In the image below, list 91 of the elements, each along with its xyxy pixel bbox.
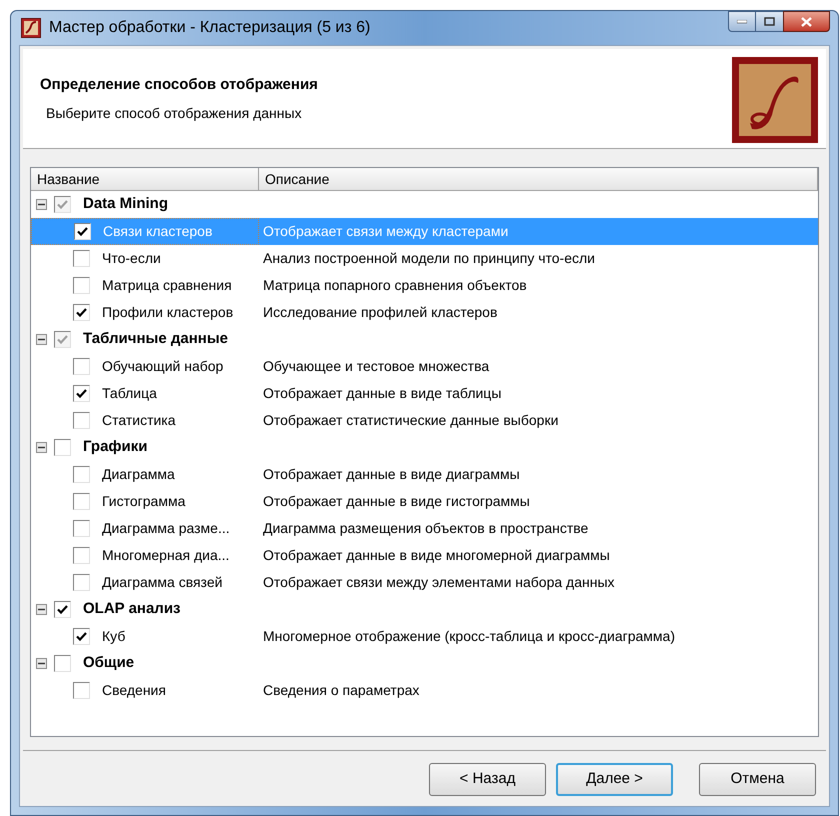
item-name: Куб (102, 627, 126, 646)
column-header[interactable]: Название (31, 168, 259, 190)
wizard-button[interactable]: Отмена (699, 763, 816, 796)
checkbox[interactable] (54, 331, 71, 348)
item-name: Многомерная диа... (102, 546, 230, 565)
logo-icon (732, 57, 818, 143)
tree-row[interactable]: Матрица сравнения Матрица попарного сравнения объектов (31, 272, 818, 299)
collapse-icon[interactable] (36, 199, 47, 210)
tree-row[interactable]: Обучающий набор Обучающее и тестовое множества (31, 353, 818, 380)
collapse-icon[interactable] (36, 604, 47, 615)
tree-row[interactable]: Диаграмма Отображает данные в виде диаграммы (31, 461, 818, 488)
item-name: Что-если (102, 249, 161, 268)
checkbox[interactable] (73, 277, 90, 294)
checkbox[interactable] (73, 385, 90, 402)
check-icon (76, 388, 87, 399)
group-label: Табличные данные (83, 329, 228, 350)
collapse-icon[interactable] (36, 334, 47, 345)
tree-row[interactable]: Профили кластеров Исследование профилей кластеров (31, 299, 818, 326)
item-name: Диаграмма разме... (102, 519, 230, 538)
wizard-button[interactable]: < Назад (429, 763, 546, 796)
item-name: Статистика (102, 411, 176, 430)
item-description: Матрица попарного сравнения объектов (262, 276, 527, 295)
item-name: Диаграмма связей (102, 573, 222, 592)
checkbox[interactable] (54, 439, 71, 456)
check-icon (77, 226, 88, 237)
item-name: Связи кластеров (103, 222, 212, 241)
group-label: OLAP анализ (83, 599, 181, 620)
item-name: Сведения (102, 681, 166, 700)
checkbox[interactable] (74, 223, 91, 240)
tree-row[interactable]: Гистограмма Отображает данные в виде гистограммы (31, 488, 818, 515)
close-button[interactable] (783, 11, 830, 32)
maximize-button[interactable] (756, 11, 783, 32)
item-name: Обучающий набор (102, 357, 224, 376)
item-description: Диаграмма размещения объектов в пространстве (262, 519, 588, 538)
item-name: Матрица сравнения (102, 276, 232, 295)
checkbox[interactable] (54, 601, 71, 618)
tree-row[interactable]: Куб Многомерное отображение (кросс-таблица и кросс-диаграмма) (31, 623, 818, 650)
checkbox[interactable] (73, 628, 90, 645)
item-name: Таблица (102, 384, 157, 403)
group-label: Общие (83, 653, 134, 674)
tree-row[interactable]: Многомерная диа... Отображает данные в виде многомерной диаграммы (31, 542, 818, 569)
window-title: Мастер обработки - Кластеризация (5 из 6) (49, 18, 370, 38)
item-description: Отображает данные в виде гистограммы (262, 492, 530, 511)
tree-row[interactable]: Статистика Отображает статистические данные выборки (31, 407, 818, 434)
item-name: Гистограмма (102, 492, 186, 511)
item-description: Отображает статистические данные выборки (262, 411, 558, 430)
tree-row[interactable]: Диаграмма связей Отображает связи между элементами набора данных (31, 569, 818, 596)
item-description: Обучающее и тестовое множества (262, 357, 490, 376)
group-label: Графики (83, 437, 148, 458)
item-description: Анализ построенной модели по принципу что-если (262, 249, 595, 268)
tree-row[interactable]: Диаграмма разме... Диаграмма размещения объектов в пространстве (31, 515, 818, 542)
check-icon (57, 604, 68, 615)
group-label: Data Mining (83, 194, 168, 214)
item-description: Исследование профилей кластеров (262, 303, 498, 322)
item-description: Отображает данные в виде многомерной диаграммы (262, 546, 610, 565)
wizard-button[interactable]: Далее > (556, 763, 673, 796)
collapse-icon[interactable] (36, 658, 47, 669)
item-description: Отображает данные в виде таблицы (262, 384, 502, 403)
item-name: Диаграмма (102, 465, 175, 484)
checkbox[interactable] (73, 682, 90, 699)
tree-row[interactable]: Что-если Анализ построенной модели по принципу что-если (31, 245, 818, 272)
item-description: Отображает связи между кластерами (262, 222, 508, 241)
checkbox[interactable] (73, 493, 90, 510)
column-header[interactable]: Описание (259, 168, 818, 190)
check-icon (76, 631, 87, 642)
item-description: Сведения о параметрах (262, 681, 420, 700)
checkbox[interactable] (73, 574, 90, 591)
checkbox[interactable] (54, 655, 71, 672)
app-icon (21, 18, 41, 38)
maximize-icon (764, 17, 775, 26)
collapse-icon[interactable] (36, 442, 47, 453)
item-description: Отображает связи между элементами набора данных (262, 573, 615, 592)
item-name: Профили кластеров (102, 303, 234, 322)
checkbox[interactable] (73, 520, 90, 537)
tree-row[interactable]: Таблица Отображает данные в виде таблицы (31, 380, 818, 407)
checkbox[interactable] (73, 358, 90, 375)
check-icon (76, 307, 87, 318)
close-icon (801, 16, 812, 26)
page-title: Определение способов отображения (40, 75, 318, 95)
checkbox[interactable] (73, 304, 90, 321)
minimize-icon (737, 20, 747, 24)
checkbox[interactable] (73, 250, 90, 267)
checkbox[interactable] (73, 466, 90, 483)
checkbox[interactable] (73, 547, 90, 564)
tree-row[interactable]: Сведения Сведения о параметрах (31, 677, 818, 704)
page-subtitle: Выберите способ отображения данных (46, 104, 303, 123)
checkbox[interactable] (54, 196, 71, 213)
checkbox[interactable] (73, 412, 90, 429)
item-description: Многомерное отображение (кросс-таблица и кросс-диаграмма) (262, 627, 676, 646)
item-description: Отображает данные в виде диаграммы (262, 465, 520, 484)
minimize-button[interactable] (728, 11, 756, 32)
